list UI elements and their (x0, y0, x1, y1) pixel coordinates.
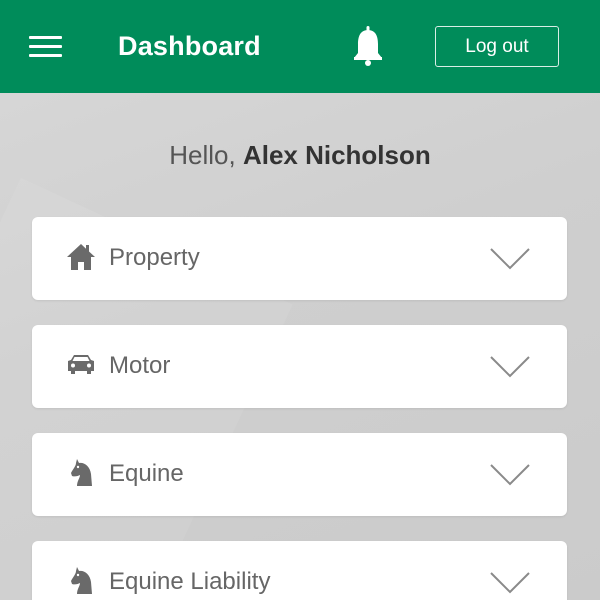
house-icon (65, 241, 97, 273)
category-card-motor[interactable]: Motor (32, 325, 567, 408)
horse-icon (65, 565, 97, 597)
category-card-property[interactable]: Property (32, 217, 567, 300)
chevron-down-icon[interactable] (490, 355, 530, 379)
category-label: Equine (109, 460, 184, 487)
category-label: Motor (109, 352, 171, 379)
top-bar: Dashboard Log out (0, 0, 600, 93)
chevron-down-icon[interactable] (490, 463, 530, 487)
category-card-equine-liability[interactable]: Equine Liability (32, 541, 567, 600)
chevron-down-icon[interactable] (490, 571, 530, 595)
horse-icon (65, 457, 97, 489)
hamburger-menu-icon[interactable] (29, 36, 62, 58)
logout-button[interactable]: Log out (435, 26, 559, 67)
page-title: Dashboard (118, 31, 261, 61)
greeting: Hello, Alex Nicholson (0, 140, 600, 171)
user-name: Alex Nicholson (242, 140, 431, 170)
chevron-down-icon[interactable] (490, 247, 530, 271)
category-card-equine[interactable]: Equine (32, 433, 567, 516)
category-label: Equine Liability (109, 568, 271, 595)
notifications-bell-icon[interactable] (351, 26, 385, 68)
greeting-prefix: Hello, (169, 140, 243, 170)
car-icon (65, 349, 97, 381)
category-label: Property (109, 244, 200, 271)
